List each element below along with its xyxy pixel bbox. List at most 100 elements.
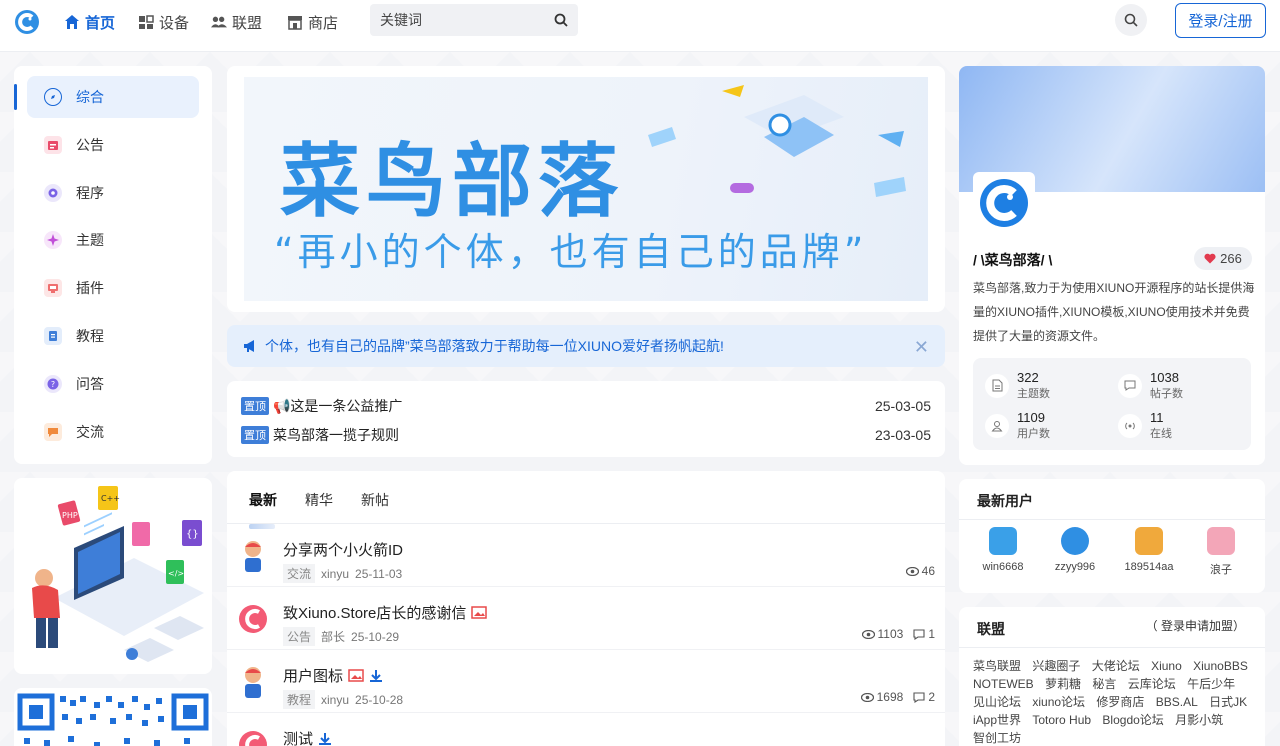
alliance-link[interactable]: 萝莉糖 bbox=[1045, 677, 1081, 691]
top-navbar: 首页 设备 联盟 商店 登录/注册 bbox=[0, 0, 1280, 52]
alliance-link[interactable]: XiunoBBS bbox=[1193, 659, 1248, 673]
alliance-link[interactable]: 见山论坛 bbox=[973, 695, 1021, 709]
alliance-link[interactable]: 云库论坛 bbox=[1128, 677, 1176, 691]
nav-devices[interactable]: 设备 bbox=[138, 12, 189, 32]
sidebar-item-program[interactable]: 程序 bbox=[27, 172, 199, 214]
search-box bbox=[370, 4, 578, 36]
avatar[interactable] bbox=[1207, 527, 1235, 555]
search-input[interactable] bbox=[380, 12, 540, 28]
alliance-link[interactable]: Blogdo论坛 bbox=[1102, 713, 1163, 727]
alliance-link[interactable]: Totoro Hub bbox=[1032, 713, 1091, 727]
alliance-link[interactable]: 智创工坊 bbox=[973, 731, 1021, 745]
alliance-link[interactable]: NOTEWEB bbox=[973, 677, 1034, 691]
thread-title[interactable]: 分享两个小火箭ID bbox=[283, 539, 403, 560]
nav-store[interactable]: 商店 bbox=[287, 12, 338, 32]
alliance-card: 联盟 （ 登录申请加盟） 菜鸟联盟 兴趣圈子 大佬论坛 Xiuno XiunoB… bbox=[959, 607, 1265, 746]
user-icon bbox=[985, 413, 1009, 438]
sidebar-item-general[interactable]: 综合 bbox=[14, 76, 199, 118]
stat-users: 1109 用户数 bbox=[985, 410, 1050, 441]
banner-image[interactable]: 菜鸟部落 “再小的个体，也有自己的品牌” bbox=[244, 77, 928, 301]
sidebar-item-theme[interactable]: 主题 bbox=[27, 219, 199, 261]
alliance-link[interactable]: 月影小筑 bbox=[1175, 713, 1223, 727]
avatar[interactable] bbox=[238, 539, 268, 573]
sticky-post[interactable]: 置顶 菜鸟部落一揽子规则 23-03-05 bbox=[241, 420, 931, 449]
thread-title[interactable]: 致Xiuno.Store店长的感谢信 bbox=[283, 602, 466, 623]
alliance-link[interactable]: BBS.AL bbox=[1156, 695, 1198, 709]
avatar[interactable] bbox=[238, 602, 268, 636]
store-icon bbox=[288, 16, 302, 30]
thread-category[interactable]: 教程 bbox=[283, 690, 316, 709]
thread-row[interactable]: 测试 bbox=[227, 713, 945, 746]
alliance-link[interactable]: xiuno论坛 bbox=[1032, 695, 1085, 709]
sidebar-item-qa[interactable]: ? 问答 bbox=[27, 363, 199, 405]
thread-title[interactable]: 用户图标 bbox=[283, 665, 343, 686]
alliance-link[interactable]: iApp世界 bbox=[973, 713, 1021, 727]
site-logo-icon[interactable] bbox=[14, 9, 40, 35]
sticky-post-title[interactable]: 菜鸟部落一揽子规则 bbox=[273, 425, 399, 445]
sticky-post[interactable]: 置顶 📢这是一条公益推广 25-03-05 bbox=[241, 391, 931, 420]
sidebar-item-label: 问答 bbox=[76, 375, 104, 392]
like-button[interactable]: 266 bbox=[1194, 247, 1252, 270]
users-icon bbox=[211, 16, 227, 28]
eye-icon bbox=[861, 629, 875, 639]
nav-alliance-label: 联盟 bbox=[232, 14, 263, 32]
thread-views: 46 bbox=[921, 564, 935, 578]
sidebar-item-tutorial[interactable]: 教程 bbox=[27, 315, 199, 357]
thread-row[interactable]: 用户图标 教程 xinyu 25-10-28 1698 2 bbox=[227, 650, 945, 713]
alliance-link[interactable]: Xiuno bbox=[1151, 659, 1182, 673]
user-name[interactable]: 189514aa bbox=[1125, 561, 1174, 573]
avatar[interactable] bbox=[1135, 527, 1163, 555]
user-item[interactable]: 浪子 bbox=[1191, 527, 1251, 577]
comment-icon bbox=[1118, 373, 1142, 398]
login-register-button[interactable]: 登录/注册 bbox=[1175, 3, 1266, 38]
tab-new[interactable]: 新帖 bbox=[361, 490, 389, 523]
thread-title[interactable]: 测试 bbox=[283, 728, 313, 746]
alliance-link[interactable]: 修罗商店 bbox=[1096, 695, 1144, 709]
site-name: / \菜鸟部落/ \ bbox=[973, 252, 1053, 268]
new-users-title: 最新用户 bbox=[977, 493, 1033, 509]
sticky-post-title[interactable]: 📢这是一条公益推广 bbox=[273, 396, 402, 416]
tab-featured[interactable]: 精华 bbox=[305, 490, 333, 523]
thread-author[interactable]: xinyu bbox=[321, 693, 349, 707]
alliance-apply-link[interactable]: （ 登录申请加盟） bbox=[1146, 617, 1245, 634]
close-icon[interactable]: ✕ bbox=[914, 337, 929, 358]
thread-category[interactable]: 公告 bbox=[283, 627, 316, 646]
stat-value: 1109 bbox=[1017, 410, 1045, 425]
stat-label: 用户数 bbox=[1017, 428, 1050, 440]
alliance-link[interactable]: 午后少年 bbox=[1187, 677, 1235, 691]
thread-author[interactable]: 部长 bbox=[321, 628, 345, 645]
search-toggle-button[interactable] bbox=[1115, 4, 1147, 36]
avatar[interactable] bbox=[238, 728, 268, 746]
thread-category[interactable]: 交流 bbox=[283, 564, 316, 583]
user-name[interactable]: win6668 bbox=[983, 561, 1024, 573]
sidebar-item-label: 程序 bbox=[76, 184, 104, 201]
user-item[interactable]: zzyy996 bbox=[1045, 527, 1105, 573]
alliance-link[interactable]: 日式JK bbox=[1209, 695, 1247, 709]
thread-date: 25-10-29 bbox=[351, 629, 400, 644]
sticky-post-date: 25-03-05 bbox=[874, 397, 931, 414]
avatar[interactable] bbox=[989, 527, 1017, 555]
sidebar-item-chat[interactable]: 交流 bbox=[27, 411, 199, 453]
sidebar-item-label: 交流 bbox=[76, 423, 104, 440]
search-icon[interactable] bbox=[554, 13, 568, 27]
thread-author[interactable]: xinyu bbox=[321, 567, 349, 581]
tab-latest[interactable]: 最新 bbox=[249, 490, 277, 529]
avatar[interactable] bbox=[238, 665, 268, 699]
alliance-link[interactable]: 兴趣圈子 bbox=[1032, 659, 1080, 673]
user-name[interactable]: zzyy996 bbox=[1055, 561, 1095, 573]
thread-views: 1103 bbox=[877, 627, 904, 641]
user-name[interactable]: 浪子 bbox=[1210, 564, 1232, 576]
alliance-link[interactable]: 菜鸟联盟 bbox=[973, 659, 1021, 673]
sidebar-item-plugin[interactable]: 插件 bbox=[27, 267, 199, 309]
thread-row[interactable]: 分享两个小火箭ID 交流 xinyu 25-11-03 46 bbox=[227, 524, 945, 587]
user-item[interactable]: win6668 bbox=[973, 527, 1033, 573]
user-item[interactable]: 189514aa bbox=[1119, 527, 1179, 573]
avatar[interactable] bbox=[1061, 527, 1089, 555]
sidebar-item-announcement[interactable]: 公告 bbox=[27, 124, 199, 166]
thread-row[interactable]: 致Xiuno.Store店长的感谢信 公告 部长 25-10-29 1103 1 bbox=[227, 587, 945, 650]
nav-home[interactable]: 首页 bbox=[64, 12, 115, 32]
download-icon bbox=[319, 732, 332, 745]
alliance-link[interactable]: 大佬论坛 bbox=[1092, 659, 1140, 673]
nav-alliance[interactable]: 联盟 bbox=[211, 12, 262, 32]
alliance-link[interactable]: 秘言 bbox=[1092, 677, 1116, 691]
